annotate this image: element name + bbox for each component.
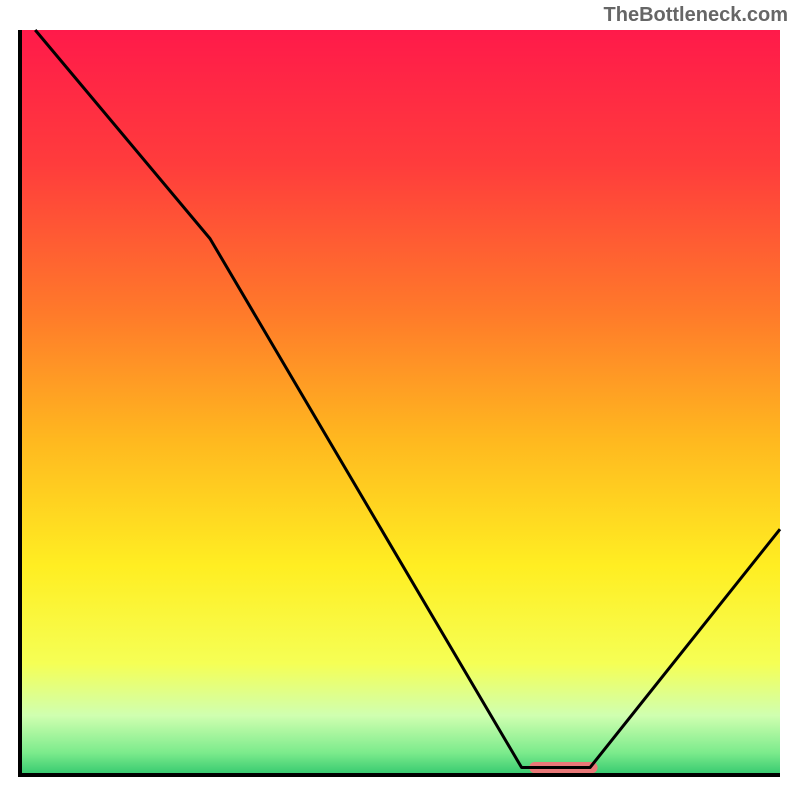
watermark-text: TheBottleneck.com — [604, 4, 788, 27]
gradient-background — [20, 30, 780, 775]
chart-container: TheBottleneck.com — [0, 0, 800, 800]
bottleneck-chart — [0, 0, 800, 800]
